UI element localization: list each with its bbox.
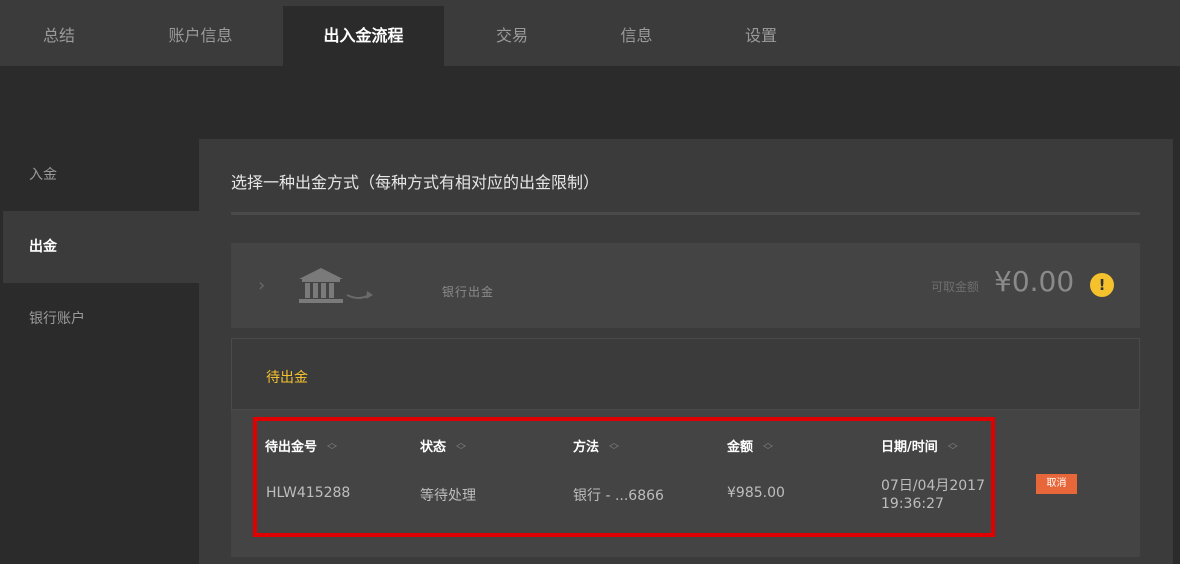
column-header-label: 状态	[420, 440, 447, 455]
sort-icon[interactable]: ︿ ﹀	[327, 438, 337, 456]
available-label: 可取金额	[931, 280, 980, 294]
sidebar-item-bank-account[interactable]: 银行账户	[3, 283, 199, 355]
cell-amount: ¥985.00	[727, 485, 785, 501]
pending-header: 待出金	[231, 338, 1140, 410]
main-panel: 选择一种出金方式（每种方式有相对应的出金限制） › 银行出金 可取金额 ¥0.0…	[199, 139, 1173, 564]
sidebar-item-withdraw[interactable]: 出金	[3, 211, 199, 283]
column-header-datetime[interactable]: 日期/时间 ︿ ﹀	[881, 436, 958, 456]
tab-settings[interactable]: 设置	[693, 6, 829, 66]
column-header-id[interactable]: 待出金号 ︿ ﹀	[265, 436, 337, 456]
available-amount: ¥0.00	[994, 265, 1075, 298]
column-header-label: 方法	[573, 440, 600, 455]
column-header-amount[interactable]: 金额 ︿ ﹀	[727, 436, 773, 456]
column-header-label: 金额	[727, 440, 754, 455]
tab-funding[interactable]: 出入金流程	[283, 6, 444, 66]
sort-icon[interactable]: ︿ ﹀	[456, 438, 466, 456]
tab-trading[interactable]: 交易	[444, 6, 580, 66]
tab-account-info[interactable]: 账户信息	[118, 6, 283, 66]
sort-icon[interactable]: ︿ ﹀	[948, 438, 958, 456]
column-header-status[interactable]: 状态 ︿ ﹀	[420, 436, 466, 456]
divider	[231, 212, 1140, 215]
column-header-label: 待出金号	[265, 440, 318, 455]
pending-withdrawals: 待出金 待出金号 ︿ ﹀ 状态 ︿ ﹀ 方法 ︿ ﹀ 金额 ︿ ﹀ 日期/时间 ︿ ﹀ HLW415…	[231, 338, 1140, 557]
method-label: 银行出金	[442, 285, 495, 299]
bank-withdraw-method[interactable]: › 银行出金 可取金额 ¥0.00 !	[231, 243, 1140, 328]
chevron-right-icon: ›	[258, 275, 266, 296]
sidebar-item-deposit[interactable]: 入金	[3, 139, 199, 211]
warning-icon[interactable]: !	[1090, 273, 1114, 297]
tab-summary[interactable]: 总结	[0, 6, 118, 66]
cell-date: 07日/04月2017	[881, 478, 985, 494]
pending-title: 待出金	[266, 370, 308, 386]
cell-time: 19:36:27	[881, 496, 944, 512]
cancel-button[interactable]: 取消	[1036, 474, 1077, 494]
cell-status: 等待处理	[420, 488, 476, 504]
page-title: 选择一种出金方式（每种方式有相对应的出金限制）	[231, 173, 600, 192]
cell-method: 银行 - ...6866	[573, 488, 664, 504]
column-header-label: 日期/时间	[881, 440, 938, 455]
tab-messages[interactable]: 信息	[580, 6, 693, 66]
column-header-method[interactable]: 方法 ︿ ﹀	[573, 436, 619, 456]
top-navigation: 总结 账户信息 出入金流程 交易 信息 设置	[0, 0, 1180, 66]
bank-icon	[299, 268, 373, 303]
sort-icon[interactable]: ︿ ﹀	[609, 438, 619, 456]
cell-id: HLW415288	[266, 485, 351, 501]
sort-icon[interactable]: ︿ ﹀	[763, 438, 773, 456]
